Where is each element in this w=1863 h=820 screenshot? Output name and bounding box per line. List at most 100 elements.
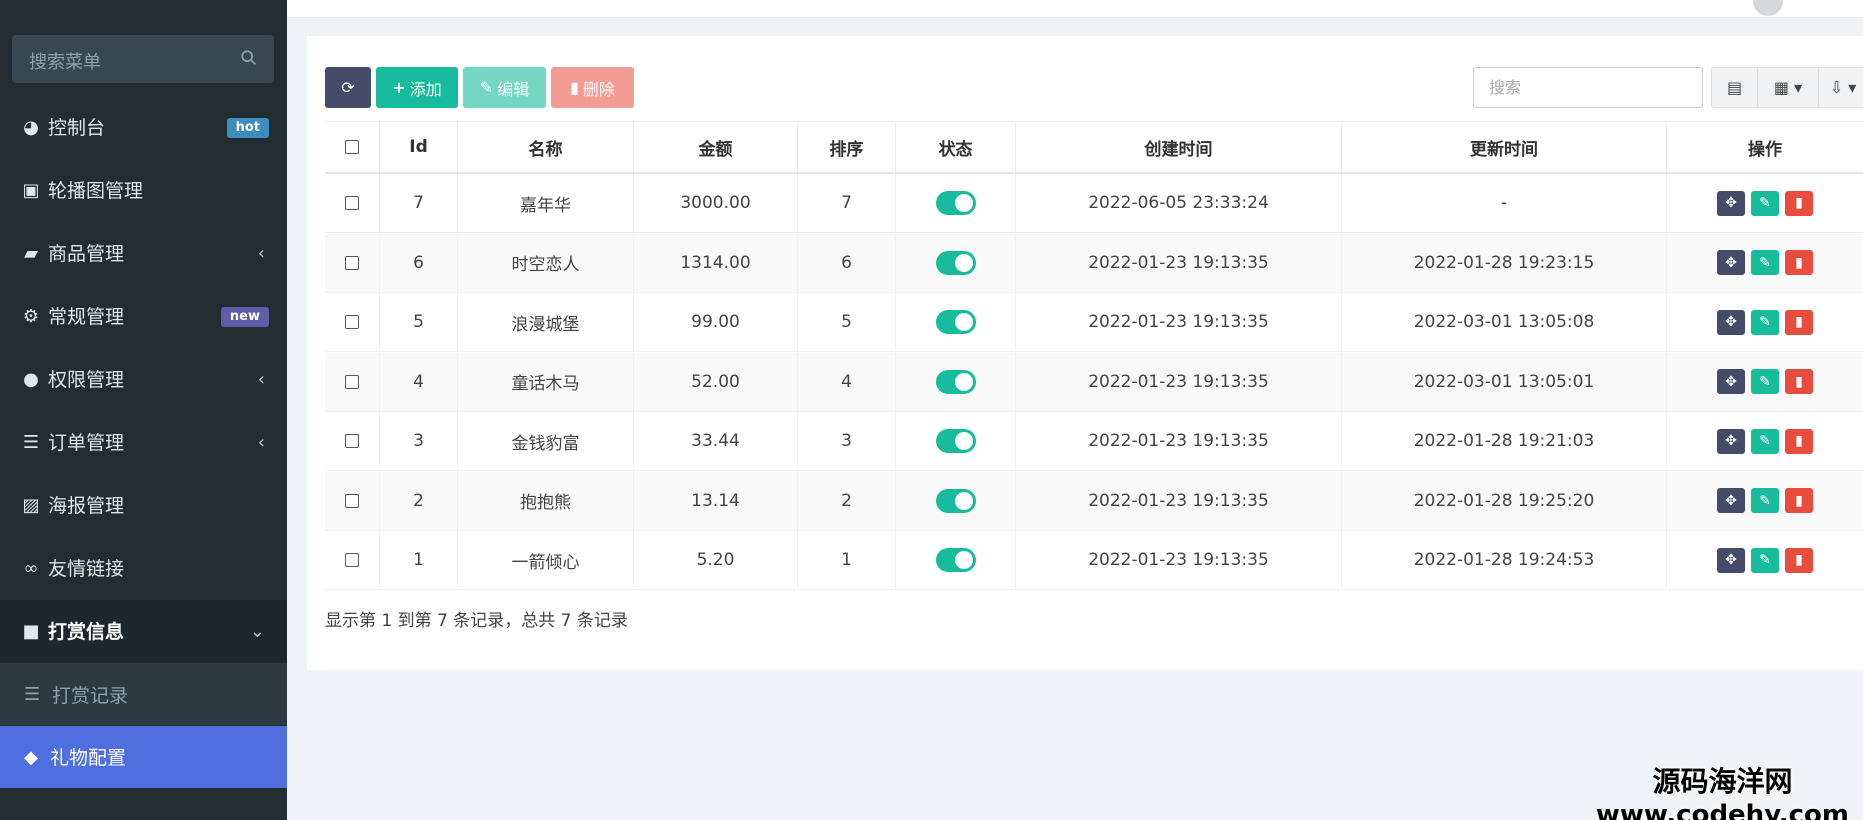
cell-name: 抱抱熊 (458, 471, 634, 530)
table-row[interactable]: 5 浪漫城堡 99.00 5 2022-01-23 19:13:35 2022-03-01… (325, 293, 1863, 352)
sidebar-item-orders[interactable]: ☰ 订单管理 ‹ (0, 411, 287, 473)
select-all-cell (325, 122, 380, 172)
sidebar-item-links[interactable]: ∞ 友情链接 (0, 537, 287, 599)
header-sort[interactable]: 排序 (798, 122, 896, 172)
row-delete-button[interactable]: ▮ (1785, 250, 1813, 275)
sidebar-item-label: 常规管理 (48, 306, 125, 328)
header-name[interactable]: 名称 (458, 122, 634, 172)
row-edit-button[interactable]: ✎ (1751, 369, 1779, 394)
drag-sort-button[interactable]: ✥ (1717, 190, 1745, 216)
status-toggle[interactable] (935, 548, 976, 572)
toggle-view-button[interactable]: ▤ (1711, 67, 1758, 108)
refresh-icon: ⟳ (341, 78, 355, 97)
header-updated[interactable]: 更新时间 (1342, 122, 1667, 172)
add-button[interactable]: + 添加 (376, 67, 458, 108)
row-edit-button[interactable]: ✎ (1751, 547, 1779, 573)
export-button[interactable]: ⇩ ▾ (1818, 67, 1863, 108)
header-amount[interactable]: 金额 (634, 122, 798, 172)
sidebar-subitem-reward-records[interactable]: ☰ 打赏记录 (0, 663, 287, 725)
row-delete-button[interactable]: ▮ (1785, 428, 1813, 454)
columns-button[interactable]: ▦ ▾ (1757, 67, 1819, 108)
select-all-checkbox[interactable] (345, 140, 359, 154)
cell-actions: ✥ ✎ ▮ (1667, 412, 1863, 470)
sidebar-item-gift-config[interactable]: ◆ 礼物配置 (0, 726, 287, 788)
sidebar-search-placeholder: 搜索菜单 (29, 52, 101, 73)
row-edit-button[interactable]: ✎ (1751, 190, 1779, 216)
edit-button[interactable]: ✎ 编辑 (463, 67, 546, 108)
sidebar-item-posters[interactable]: ▨ 海报管理 (0, 474, 287, 536)
status-toggle[interactable] (935, 369, 976, 394)
drag-sort-button[interactable]: ✥ (1717, 250, 1745, 275)
cell-sort: 2 (798, 471, 896, 530)
status-toggle[interactable] (935, 429, 976, 453)
refresh-button[interactable]: ⟳ (325, 67, 371, 108)
drag-sort-button[interactable]: ✥ (1717, 369, 1745, 394)
table-row[interactable]: 2 抱抱熊 13.14 2 2022-01-23 19:13:35 2022-01-28 … (325, 471, 1863, 531)
header-id[interactable]: Id (380, 122, 458, 172)
sidebar-item-label: 权限管理 (48, 369, 125, 391)
row-checkbox[interactable] (345, 315, 359, 329)
row-checkbox[interactable] (345, 553, 359, 567)
drag-sort-button[interactable]: ✥ (1717, 547, 1745, 573)
row-checkbox[interactable] (345, 493, 359, 508)
pencil-icon: ✎ (1759, 373, 1771, 390)
row-checkbox[interactable] (345, 255, 359, 270)
cell-amount: 13.14 (634, 471, 798, 530)
table-row[interactable]: 1 一箭倾心 5.20 1 2022-01-23 19:13:35 2022-01-28 … (325, 531, 1863, 590)
drag-sort-button[interactable]: ✥ (1717, 488, 1745, 513)
search-icon (241, 50, 256, 65)
sidebar-item-rewards[interactable]: ■ 打赏信息 ⌄ (0, 600, 287, 662)
chevron-left-icon: ‹ (257, 369, 265, 390)
header-status[interactable]: 状态 (896, 122, 1016, 172)
table-row[interactable]: 7 嘉年华 3000.00 7 2022-06-05 23:33:24- ✥ ✎ ▮ (325, 174, 1863, 233)
row-edit-button[interactable]: ✎ (1751, 309, 1779, 335)
row-checkbox[interactable] (345, 374, 359, 389)
sidebar-item-general[interactable]: ⚙ 常规管理 new (0, 285, 287, 347)
sidebar-item-products[interactable]: ▰ 商品管理 ‹ (0, 222, 287, 284)
grid-icon: ▦ ▾ (1773, 78, 1803, 97)
trash-icon: ▮ (1795, 492, 1803, 509)
status-toggle[interactable] (935, 191, 976, 215)
sidebar-item-carousel[interactable]: ▣ 轮播图管理 (0, 159, 287, 221)
sidebar-item-permissions[interactable]: ● 权限管理 ‹ (0, 348, 287, 410)
status-toggle[interactable] (935, 488, 976, 513)
row-checkbox[interactable] (345, 434, 359, 448)
table-row[interactable]: 4 童话木马 52.00 4 2022-01-23 19:13:35 2022-03-01… (325, 352, 1863, 412)
hot-badge: hot (226, 118, 269, 138)
search-box[interactable] (1473, 67, 1703, 108)
cell-updated: 2022-01-28 19:23:15 (1342, 233, 1667, 292)
row-delete-button[interactable]: ▮ (1785, 190, 1813, 216)
sidebar-search[interactable]: 搜索菜单 (12, 35, 274, 83)
drag-sort-button[interactable]: ✥ (1717, 428, 1745, 454)
cell-id: 6 (380, 233, 458, 292)
delete-button[interactable]: ▮ 删除 (551, 67, 634, 108)
table-row[interactable]: 6 时空恋人 1314.00 6 2022-01-23 19:13:35 2022-01-… (325, 233, 1863, 293)
sidebar-item-dashboard[interactable]: ◕ 控制台 hot (0, 96, 287, 158)
row-edit-button[interactable]: ✎ (1751, 488, 1779, 513)
avatar[interactable] (1753, 0, 1783, 16)
drag-sort-button[interactable]: ✥ (1717, 309, 1745, 335)
pencil-icon: ✎ (1759, 254, 1771, 271)
table-view-icon: ▤ (1726, 78, 1743, 97)
status-toggle[interactable] (935, 250, 976, 275)
cell-created: 2022-01-23 19:13:35 (1016, 471, 1342, 530)
cell-status (896, 293, 1016, 351)
cell-updated: 2022-01-28 19:24:53 (1342, 531, 1667, 589)
header-created[interactable]: 创建时间 (1016, 122, 1342, 172)
row-delete-button[interactable]: ▮ (1785, 488, 1813, 513)
pencil-icon: ✎ (1759, 492, 1771, 509)
link-icon: ∞ (23, 557, 39, 579)
search-input[interactable] (1474, 68, 1702, 107)
cell-actions: ✥ ✎ ▮ (1667, 472, 1863, 530)
row-edit-button[interactable]: ✎ (1751, 428, 1779, 454)
row-delete-button[interactable]: ▮ (1785, 547, 1813, 573)
row-checkbox[interactable] (345, 196, 359, 210)
row-edit-button[interactable]: ✎ (1751, 250, 1779, 275)
trash-icon: ▮ (1795, 314, 1803, 330)
sidebar-item-label: 控制台 (48, 117, 106, 139)
row-delete-button[interactable]: ▮ (1785, 369, 1813, 394)
cell-status (896, 352, 1016, 411)
status-toggle[interactable] (935, 310, 976, 334)
row-delete-button[interactable]: ▮ (1785, 309, 1813, 335)
table-row[interactable]: 3 金钱豹富 33.44 3 2022-01-23 19:13:35 2022-01-28… (325, 412, 1863, 471)
